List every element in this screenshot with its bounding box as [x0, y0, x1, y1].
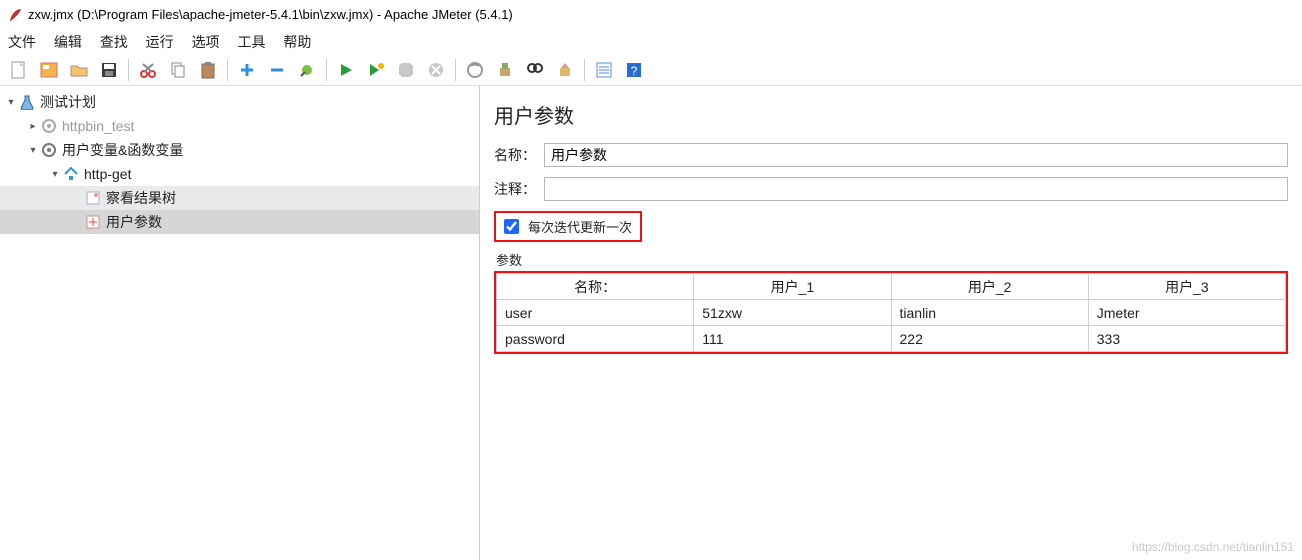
- menu-tools[interactable]: 工具: [237, 34, 265, 50]
- listener-icon: [84, 189, 102, 207]
- menu-file[interactable]: 文件: [8, 34, 36, 50]
- table-row[interactable]: password 111 222 333: [497, 326, 1286, 352]
- test-plan-tree[interactable]: ▾ 测试计划 ▸ httpbin_test ▾ 用户变量&函数变量 ▾ http…: [0, 86, 480, 560]
- sampler-icon: [62, 165, 80, 183]
- save-icon[interactable]: [96, 57, 122, 83]
- stop-icon[interactable]: [393, 57, 419, 83]
- name-input[interactable]: [544, 143, 1288, 167]
- caret-right-icon[interactable]: ▸: [26, 121, 40, 132]
- comment-label: 注释：: [494, 179, 544, 199]
- plus-icon[interactable]: [234, 57, 260, 83]
- window-titlebar: zxw.jmx (D:\Program Files\apache-jmeter-…: [0, 0, 1302, 30]
- templates-icon[interactable]: [36, 57, 62, 83]
- flask-icon: [18, 93, 36, 111]
- tree-node-user-params-label: 用户参数: [106, 212, 162, 232]
- run-icon[interactable]: [333, 57, 359, 83]
- search-icon[interactable]: [522, 57, 548, 83]
- cell[interactable]: user: [497, 300, 694, 326]
- cell[interactable]: Jmeter: [1088, 300, 1285, 326]
- update-per-iteration-checkbox[interactable]: [504, 219, 519, 234]
- caret-down-icon[interactable]: ▾: [26, 145, 40, 156]
- table-header-row: 名称： 用户_1 用户_2 用户_3: [497, 274, 1286, 300]
- copy-icon[interactable]: [165, 57, 191, 83]
- tree-node-httpbin-label: httpbin_test: [62, 118, 134, 134]
- menu-run[interactable]: 运行: [146, 34, 174, 50]
- thread-group-icon: [40, 141, 58, 159]
- toolbar: ?: [0, 54, 1302, 86]
- help-icon[interactable]: ?: [621, 57, 647, 83]
- tree-node-httpget[interactable]: ▾ http-get: [0, 162, 479, 186]
- cell[interactable]: 51zxw: [694, 300, 891, 326]
- tree-node-uservars-label: 用户变量&函数变量: [62, 140, 183, 160]
- tree-node-uservars[interactable]: ▾ 用户变量&函数变量: [0, 138, 479, 162]
- run-no-pause-icon[interactable]: [363, 57, 389, 83]
- cell[interactable]: password: [497, 326, 694, 352]
- cell[interactable]: 111: [694, 326, 891, 352]
- params-section-label: 参数: [496, 250, 1288, 269]
- minus-icon[interactable]: [264, 57, 290, 83]
- app-feather-icon: [8, 8, 22, 22]
- name-label: 名称：: [494, 145, 544, 165]
- clear-all-icon[interactable]: [492, 57, 518, 83]
- open-icon[interactable]: [66, 57, 92, 83]
- tree-node-result-tree[interactable]: 察看结果树: [0, 186, 479, 210]
- panel-heading: 用户参数: [494, 100, 1288, 129]
- clear-icon[interactable]: [462, 57, 488, 83]
- paste-icon[interactable]: [195, 57, 221, 83]
- function-helper-icon[interactable]: [591, 57, 617, 83]
- reset-search-icon[interactable]: [552, 57, 578, 83]
- tree-node-result-tree-label: 察看结果树: [106, 188, 176, 208]
- preprocessor-icon: [84, 213, 102, 231]
- caret-down-icon[interactable]: ▾: [4, 97, 18, 108]
- watermark: https://blog.csdn.net/tianlin151: [1132, 540, 1294, 554]
- cell[interactable]: tianlin: [891, 300, 1088, 326]
- th-user3[interactable]: 用户_3: [1088, 274, 1285, 300]
- th-user2[interactable]: 用户_2: [891, 274, 1088, 300]
- comment-input[interactable]: [544, 177, 1288, 201]
- svg-text:?: ?: [631, 64, 638, 78]
- toggle-icon[interactable]: [294, 57, 320, 83]
- new-icon[interactable]: [6, 57, 32, 83]
- cell[interactable]: 222: [891, 326, 1088, 352]
- th-user1[interactable]: 用户_1: [694, 274, 891, 300]
- tree-node-httpbin[interactable]: ▸ httpbin_test: [0, 114, 479, 138]
- tree-root-label: 测试计划: [40, 92, 96, 112]
- menu-help[interactable]: 帮助: [283, 34, 311, 50]
- cell[interactable]: 333: [1088, 326, 1285, 352]
- caret-down-icon[interactable]: ▾: [48, 169, 62, 180]
- menu-edit[interactable]: 编辑: [54, 34, 82, 50]
- menu-bar: 文件 编辑 查找 运行 选项 工具 帮助: [0, 30, 1302, 54]
- editor-pane: 用户参数 名称： 注释： 每次迭代更新一次 参数 名称： 用户_1 用户_2 用…: [480, 86, 1302, 560]
- shutdown-icon[interactable]: [423, 57, 449, 83]
- menu-options[interactable]: 选项: [192, 34, 220, 50]
- params-table-wrap: 名称： 用户_1 用户_2 用户_3 user 51zxw tianlin Jm…: [494, 271, 1288, 354]
- thread-group-icon: [40, 117, 58, 135]
- th-name[interactable]: 名称：: [497, 274, 694, 300]
- menu-search[interactable]: 查找: [100, 34, 128, 50]
- tree-node-httpget-label: http-get: [84, 166, 131, 182]
- params-table[interactable]: 名称： 用户_1 用户_2 用户_3 user 51zxw tianlin Jm…: [496, 273, 1286, 352]
- window-title: zxw.jmx (D:\Program Files\apache-jmeter-…: [28, 0, 513, 30]
- update-per-iteration-label: 每次迭代更新一次: [528, 217, 632, 236]
- tree-node-user-params[interactable]: 用户参数: [0, 210, 479, 234]
- tree-root[interactable]: ▾ 测试计划: [0, 90, 479, 114]
- update-per-iteration-wrapper[interactable]: 每次迭代更新一次: [494, 211, 642, 242]
- cut-icon[interactable]: [135, 57, 161, 83]
- table-row[interactable]: user 51zxw tianlin Jmeter: [497, 300, 1286, 326]
